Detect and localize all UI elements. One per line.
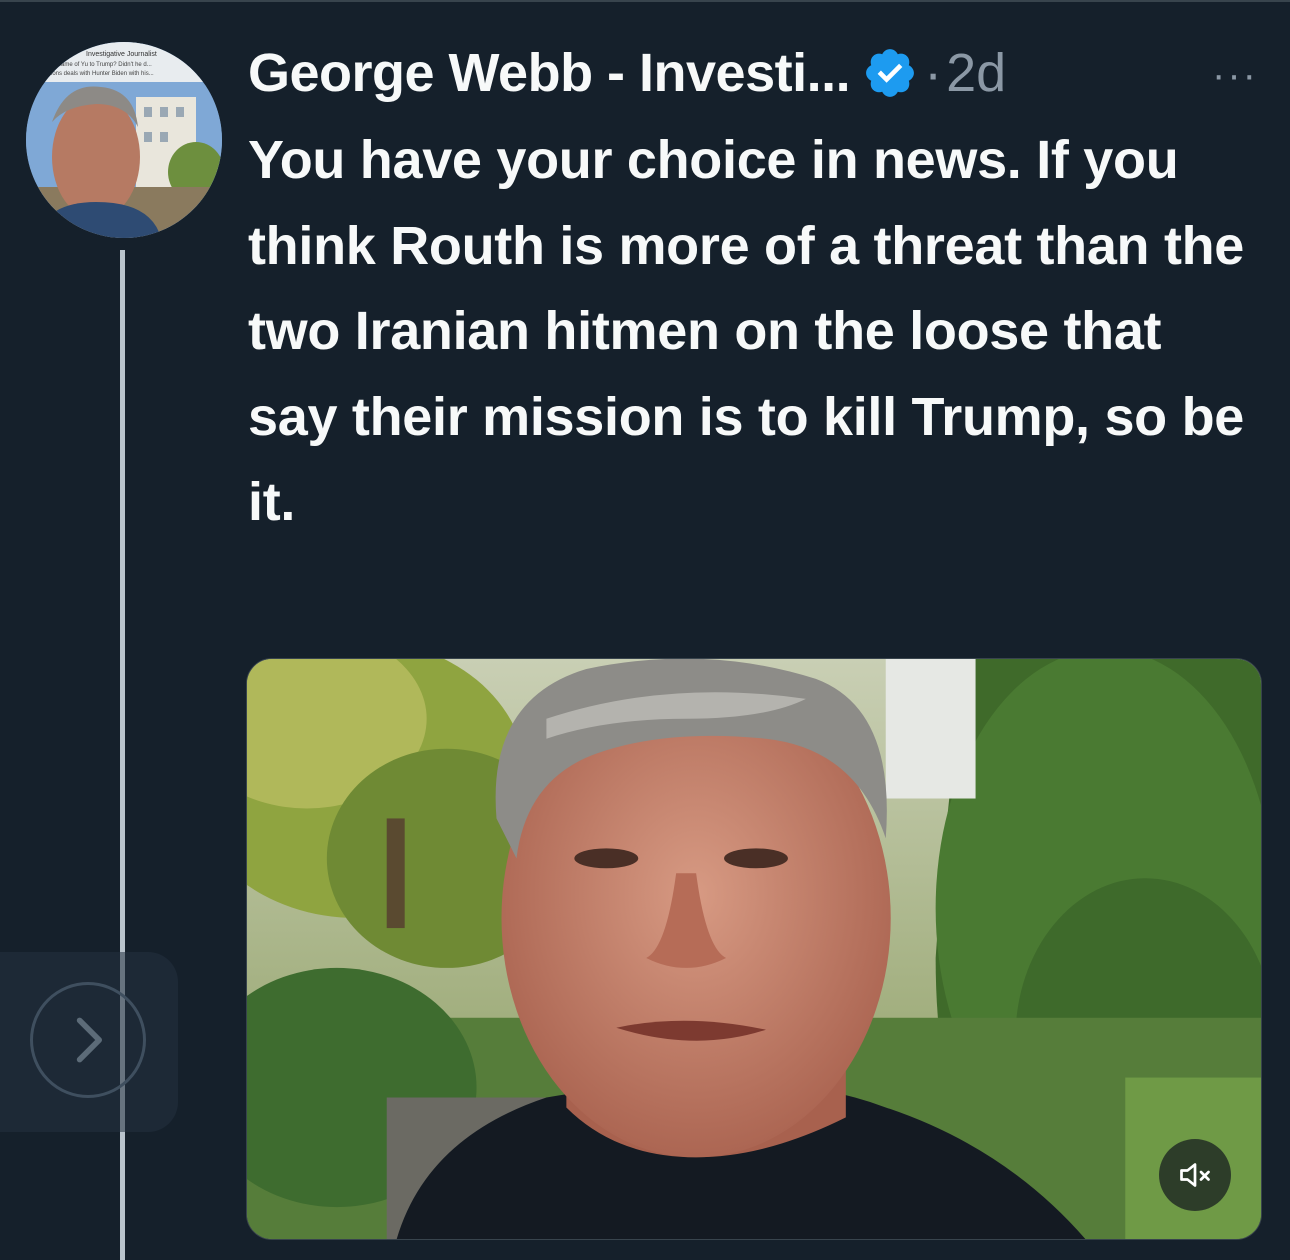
avatar-image: Investigative Journalist ...ame of Yu to… [26, 42, 222, 238]
author-avatar[interactable]: Investigative Journalist ...ame of Yu to… [26, 42, 222, 238]
chevron-right-icon[interactable] [30, 982, 146, 1098]
tweet-text: You have your choice in news. If you thi… [248, 130, 1245, 532]
author-display-name[interactable]: George Webb - Investi... [248, 42, 851, 104]
avatar-caption-line-2: ...ame of Yu to Trump? Didn't he d... [56, 62, 152, 68]
avatar-caption-line-3: ...ions deals with Hunter Biden with his… [46, 71, 154, 77]
volume-muted-icon[interactable] [1159, 1139, 1231, 1211]
tweet-header: George Webb - Investi... · 2d [248, 38, 1006, 108]
verified-badge-icon [862, 45, 918, 101]
tweet-video[interactable] [246, 658, 1262, 1240]
video-frame-image [247, 659, 1261, 1239]
avatar-caption-line-1: Investigative Journalist [86, 51, 157, 58]
more-icon[interactable]: ··· [1200, 50, 1270, 100]
top-divider [0, 0, 1290, 2]
tweet-timestamp[interactable]: 2d [946, 42, 1006, 104]
header-separator: · [924, 43, 943, 103]
